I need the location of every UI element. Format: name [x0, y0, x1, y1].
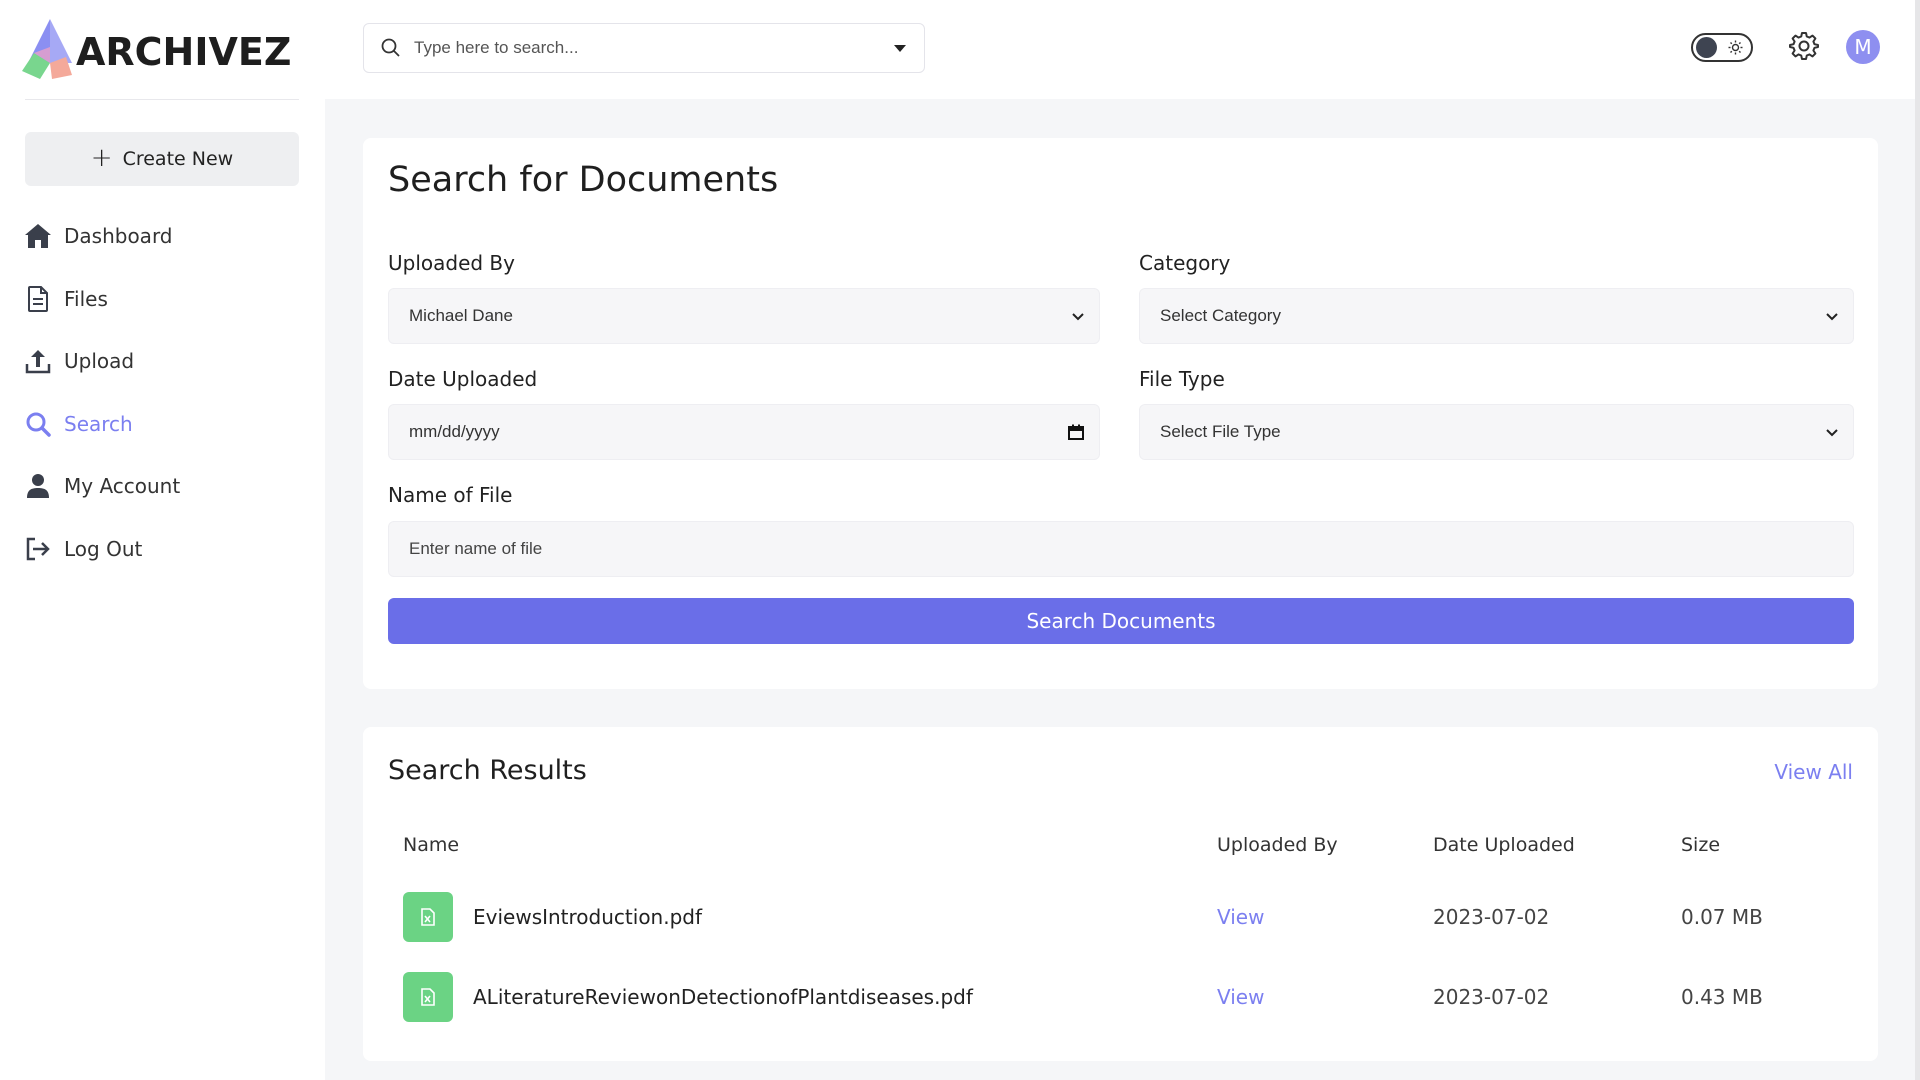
sidebar-item-dashboard[interactable]: Dashboard	[24, 205, 304, 268]
plus-icon: +	[90, 142, 113, 173]
home-icon	[24, 222, 52, 250]
sidebar-item-files[interactable]: Files	[24, 268, 304, 331]
file-type-label: File Type	[1139, 367, 1225, 391]
table-row[interactable]: ALiteratureReviewonDetectionofPlantdisea…	[363, 972, 1878, 1032]
column-header-date-uploaded: Date Uploaded	[1433, 834, 1575, 856]
file-type-select[interactable]: Select File Type	[1139, 404, 1854, 460]
category-select[interactable]: Select Category	[1139, 288, 1854, 344]
view-all-link[interactable]: View All	[1774, 760, 1853, 784]
column-header-name: Name	[403, 834, 460, 856]
uploaded-by-view-link[interactable]: View	[1217, 985, 1264, 1009]
excel-file-icon	[403, 892, 453, 942]
page-title: Search for Documents	[388, 160, 779, 200]
table-row[interactable]: EviewsIntroduction.pdf View 2023-07-02 0…	[363, 892, 1878, 952]
column-header-size: Size	[1681, 834, 1721, 856]
sidebar-item-label: Upload	[64, 349, 135, 374]
name-of-file-input[interactable]	[409, 539, 1833, 559]
search-icon	[24, 410, 52, 438]
column-header-uploaded-by: Uploaded By	[1217, 834, 1338, 856]
sun-icon	[1728, 40, 1743, 55]
category-value: Select Category	[1160, 306, 1281, 325]
file-type-value: Select File Type	[1160, 422, 1281, 441]
sidebar-item-search[interactable]: Search	[24, 393, 304, 456]
file-size: 0.43 MB	[1681, 985, 1763, 1009]
global-search-input[interactable]	[414, 38, 894, 58]
file-name[interactable]: EviewsIntroduction.pdf	[473, 905, 702, 929]
avatar[interactable]: M	[1846, 30, 1880, 64]
search-icon	[381, 38, 400, 57]
date-uploaded-input[interactable]: mm/dd/yyyy	[388, 404, 1100, 460]
sidebar-item-label: Dashboard	[64, 224, 173, 249]
sidebar-nav: Dashboard Files Upload Search My Account	[24, 205, 304, 580]
name-of-file-field[interactable]	[388, 521, 1854, 577]
logo-mark-icon	[22, 17, 78, 83]
date-uploaded: 2023-07-02	[1433, 905, 1550, 929]
divider	[25, 99, 299, 100]
sidebar-item-label: Log Out	[64, 536, 143, 561]
page-scrollbar[interactable]	[1915, 0, 1920, 1080]
date-uploaded-value: mm/dd/yyyy	[409, 422, 500, 441]
results-title: Search Results	[388, 755, 587, 786]
chevron-down-icon	[1826, 313, 1838, 321]
global-search[interactable]	[363, 23, 925, 73]
toggle-knob	[1696, 37, 1717, 58]
top-bar: M	[325, 0, 1915, 99]
search-results-card: Search Results View All Name Uploaded By…	[363, 727, 1878, 1061]
upload-icon	[24, 347, 52, 375]
gear-icon[interactable]	[1789, 31, 1819, 61]
uploaded-by-label: Uploaded By	[388, 251, 515, 275]
sidebar-item-label: Files	[64, 286, 108, 311]
sidebar: ARCHIVEZ + Create New Dashboard Files Up…	[0, 0, 325, 1080]
file-size: 0.07 MB	[1681, 905, 1763, 929]
create-new-button[interactable]: + Create New	[25, 132, 299, 186]
sidebar-item-label: My Account	[64, 474, 181, 499]
search-documents-card: Search for Documents Uploaded By Michael…	[363, 138, 1878, 689]
date-uploaded-label: Date Uploaded	[388, 367, 538, 391]
uploaded-by-value: Michael Dane	[409, 306, 513, 325]
chevron-down-icon[interactable]	[894, 44, 906, 52]
uploaded-by-select[interactable]: Michael Dane	[388, 288, 1100, 344]
name-of-file-label: Name of File	[388, 483, 513, 507]
logo-text: ARCHIVEZ	[76, 30, 292, 74]
date-uploaded: 2023-07-02	[1433, 985, 1550, 1009]
theme-toggle[interactable]	[1691, 33, 1753, 62]
chevron-down-icon	[1072, 313, 1084, 321]
sidebar-item-my-account[interactable]: My Account	[24, 455, 304, 518]
create-new-label: Create New	[122, 148, 234, 170]
chevron-down-icon	[1826, 429, 1838, 437]
sidebar-item-label: Search	[64, 411, 133, 436]
logout-icon	[24, 535, 52, 563]
sidebar-item-upload[interactable]: Upload	[24, 330, 304, 393]
file-icon	[24, 285, 52, 313]
excel-file-icon	[403, 972, 453, 1022]
sidebar-item-log-out[interactable]: Log Out	[24, 518, 304, 581]
file-name[interactable]: ALiteratureReviewonDetectionofPlantdisea…	[473, 985, 973, 1009]
search-documents-button[interactable]: Search Documents	[388, 598, 1854, 644]
logo[interactable]: ARCHIVEZ	[22, 17, 291, 83]
uploaded-by-view-link[interactable]: View	[1217, 905, 1264, 929]
user-icon	[24, 472, 52, 500]
calendar-icon[interactable]	[1067, 423, 1085, 441]
category-label: Category	[1139, 251, 1231, 275]
